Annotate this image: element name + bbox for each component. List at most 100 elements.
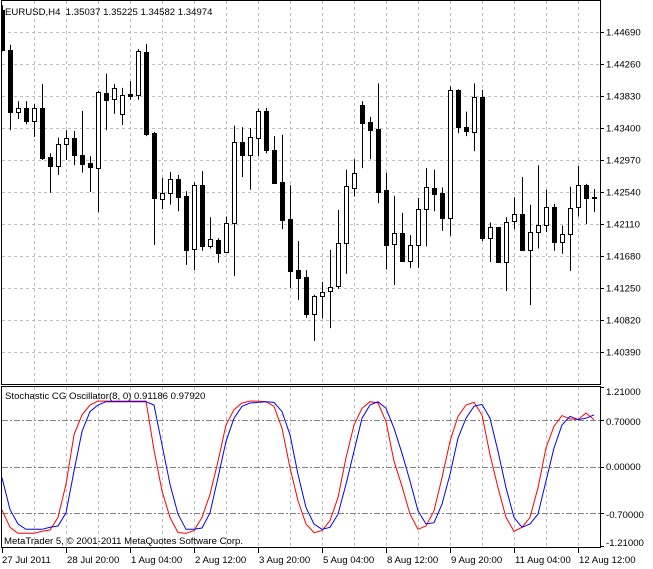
osc-tick-label: 0.00000: [606, 462, 641, 473]
time-tick-label: 2 Aug 12:00: [195, 555, 246, 566]
bearish-candle-body: [288, 219, 293, 272]
time-tick-label: 12 Aug 12:00: [579, 555, 636, 566]
bullish-candle-body: [256, 111, 261, 139]
bullish-candle-body: [16, 108, 21, 113]
bearish-candle-body: [264, 111, 269, 151]
bearish-candle-body: [520, 214, 525, 251]
bullish-candle-body: [32, 108, 37, 122]
price-tick-label: 1.43400: [606, 124, 641, 135]
price-tick-label: 1.40390: [606, 348, 641, 359]
bullish-candle-body: [568, 208, 573, 235]
main-chart-title: EURUSD,H4 1.35037 1.35225 1.34582 1.3497…: [5, 7, 213, 18]
bearish-candle-body: [304, 277, 309, 315]
time-tick-label: 8 Aug 12:00: [387, 555, 438, 566]
bullish-candle-body: [192, 185, 197, 250]
price-tick-label: 1.42970: [606, 156, 641, 167]
bullish-candle-body: [536, 225, 541, 233]
bullish-candle-body: [424, 187, 429, 210]
bearish-candle-body: [400, 233, 405, 262]
time-tick-label: 1 Aug 04:00: [131, 555, 182, 566]
bearish-candle-body: [456, 90, 461, 128]
bearish-candle-body: [104, 93, 109, 101]
bullish-candle-body: [64, 138, 69, 145]
bearish-candle-body: [80, 155, 85, 165]
bullish-candle-body: [560, 234, 565, 243]
bullish-candle-body: [232, 142, 237, 224]
bullish-candle-body: [320, 292, 325, 297]
candle: [456, 89, 461, 134]
copyright-text: MetaTrader 5, © 2001-2011 MetaQuotes Sof…: [4, 536, 243, 547]
chart-background: [0, 0, 653, 569]
osc-tick-label: 0.70000: [606, 417, 641, 428]
time-tick-label: 28 Jul 20:00: [67, 555, 119, 566]
bearish-candle-body: [376, 129, 381, 193]
bearish-candle-body: [440, 193, 445, 219]
time-tick-label: 11 Aug 04:00: [515, 555, 571, 566]
candle: [480, 90, 485, 242]
candle: [448, 86, 453, 236]
bearish-candle-body: [216, 240, 221, 254]
time-tick-label: 9 Aug 20:00: [451, 555, 502, 566]
bearish-candle-body: [184, 196, 189, 251]
bearish-candle-body: [368, 122, 373, 131]
bearish-candle-body: [592, 197, 597, 199]
bearish-candle-body: [176, 179, 181, 198]
bullish-candle-body: [544, 207, 549, 226]
indicator-title: Stochastic CG Oscillator(8, 0) 0.91186 0…: [5, 391, 205, 402]
bearish-candle-body: [480, 97, 485, 239]
price-tick-label: 1.43830: [606, 92, 641, 103]
bullish-candle-body: [248, 137, 253, 156]
bearish-candle-body: [40, 108, 45, 159]
bearish-candle-body: [296, 270, 301, 279]
price-tick-label: 1.41680: [606, 252, 641, 263]
price-tick-label: 1.41250: [606, 284, 641, 295]
bearish-candle-body: [280, 182, 285, 221]
bullish-candle-body: [312, 296, 317, 315]
bearish-candle-body: [432, 188, 437, 195]
osc-tick-label: 1.21000: [606, 387, 641, 398]
price-tick-label: 1.42540: [606, 188, 641, 199]
bullish-candle-body: [344, 186, 349, 244]
bearish-candle-body: [240, 142, 245, 156]
candle: [136, 49, 141, 100]
bullish-candle-body: [208, 239, 213, 247]
bullish-candle-body: [160, 193, 165, 200]
time-tick-label: 3 Aug 20:00: [259, 555, 310, 566]
candle: [144, 43, 149, 137]
price-tick-label: 1.42110: [606, 220, 640, 231]
bearish-candle-body: [272, 150, 277, 184]
bullish-candle-body: [112, 88, 117, 100]
price-tick-label: 1.44260: [606, 60, 641, 71]
bullish-candle-body: [416, 209, 421, 246]
bullish-candle-body: [448, 90, 453, 219]
bullish-candle-body: [528, 232, 533, 251]
bearish-candle-body: [88, 163, 93, 168]
bullish-candle-body: [120, 95, 125, 115]
bearish-candle-body: [144, 52, 149, 135]
metatrader-chart-window[interactable]: EURUSD,H4 1.35037 1.35225 1.34582 1.3497…: [0, 0, 653, 569]
bullish-candle-body: [56, 144, 61, 167]
bullish-candle-body: [168, 179, 173, 194]
bullish-candle-body: [136, 51, 141, 96]
bearish-candle-body: [152, 133, 157, 199]
bullish-candle-body: [96, 92, 101, 169]
bearish-candle-body: [360, 105, 365, 124]
price-tick-label: 1.40820: [606, 316, 641, 327]
bearish-candle-body: [24, 108, 29, 122]
bearish-candle-body: [384, 190, 389, 246]
bearish-candle-body: [552, 207, 557, 243]
time-tick-label: 27 Jul 2011: [2, 555, 51, 566]
bearish-candle-body: [72, 138, 77, 156]
candle: [496, 226, 501, 263]
bullish-candle-body: [504, 222, 509, 263]
bullish-candle-body: [472, 97, 477, 133]
bullish-candle-body: [408, 245, 413, 262]
bullish-candle-body: [224, 223, 229, 253]
bearish-candle-body: [128, 94, 133, 97]
bearish-candle-body: [8, 50, 13, 113]
bullish-candle-body: [328, 287, 333, 292]
candle: [264, 107, 269, 154]
bullish-candle-body: [336, 243, 341, 287]
price-tick-label: 1.44690: [606, 28, 641, 39]
osc-tick-label: -1.21000: [606, 538, 644, 549]
